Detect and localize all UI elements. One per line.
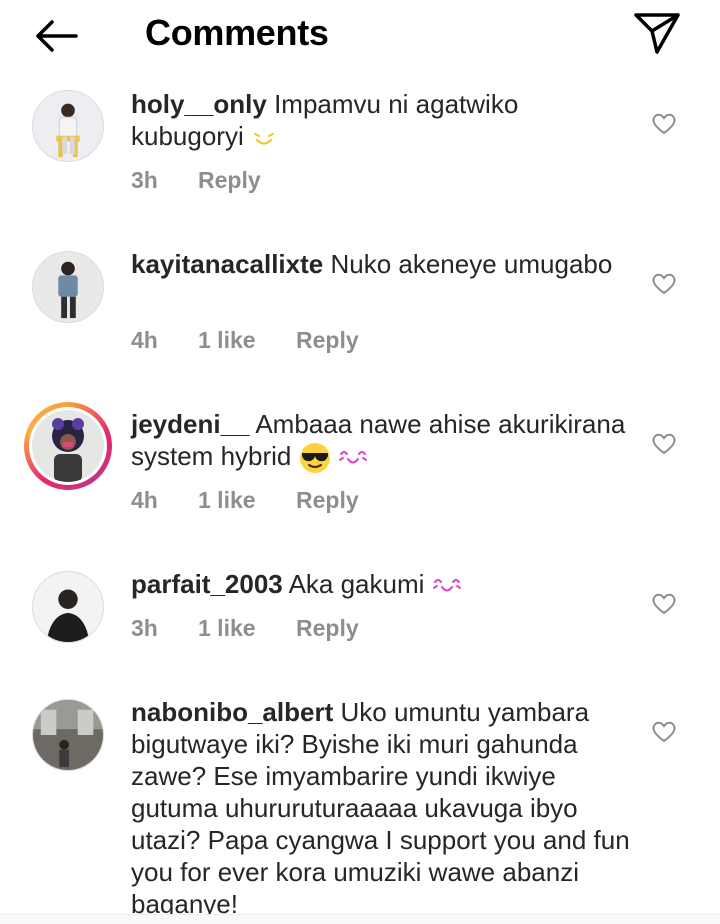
comment-body: holy__only Impamvu ni agatwiko kubugoryi: [131, 88, 631, 152]
comment-meta: 4h 1 like Reply: [131, 327, 359, 354]
reply-button[interactable]: Reply: [198, 167, 261, 194]
comment-text: Uko umuntu yambara bigutwaye iki? Byishe…: [131, 697, 630, 914]
comment-text: Nuko akeneye umugabo: [330, 249, 613, 279]
comment-time: 3h: [131, 167, 158, 193]
bottom-divider: [0, 914, 720, 924]
comment-time: 3h: [131, 615, 158, 641]
share-button[interactable]: [632, 10, 682, 56]
comment-meta: 3h Reply: [131, 167, 261, 194]
avatar[interactable]: [32, 90, 104, 162]
avatar[interactable]: [32, 251, 104, 323]
squinting-smile-emoji-icon: [253, 133, 274, 145]
comment-meta: 3h 1 like Reply: [131, 615, 359, 642]
reply-button[interactable]: Reply: [296, 487, 359, 514]
comment-username[interactable]: nabonibo_albert: [131, 697, 333, 727]
kissing-eyes-emoji-icon: [432, 579, 461, 592]
back-button[interactable]: [30, 14, 82, 58]
comment-body: nabonibo_albert Uko umuntu yambara bigut…: [131, 696, 631, 914]
heart-icon[interactable]: [652, 433, 676, 455]
page-title: Comments: [145, 12, 329, 53]
comment-text: Aka gakumi: [288, 569, 425, 599]
comment-body: jeydeni__ Ambaaa nawe ahise akurikirana …: [131, 408, 631, 474]
heart-icon[interactable]: [652, 113, 676, 135]
heart-icon[interactable]: [652, 273, 676, 295]
reply-button[interactable]: Reply: [296, 327, 359, 354]
heart-icon[interactable]: [652, 721, 676, 743]
avatar: [29, 407, 107, 485]
comment-meta: 4h 1 like Reply: [131, 487, 359, 514]
avatar[interactable]: [32, 699, 104, 771]
reply-button[interactable]: Reply: [296, 615, 359, 642]
kissing-eyes-emoji-icon: [338, 451, 367, 464]
avatar-photo: [33, 700, 103, 770]
avatar-photo: [33, 252, 103, 322]
comment-body: parfait_2003 Aka gakumi: [131, 568, 631, 600]
comment-time: 4h: [131, 327, 158, 353]
comment-item: nabonibo_albert Uko umuntu yambara bigut…: [0, 696, 720, 914]
avatar-story-ring[interactable]: [24, 402, 112, 490]
paper-plane-icon: [634, 13, 680, 54]
arrow-left-icon: [36, 20, 78, 52]
avatar-photo: [32, 410, 104, 482]
comment-username[interactable]: kayitanacallixte: [131, 249, 323, 279]
avatar-photo: [33, 572, 103, 642]
header: Comments: [0, 0, 720, 72]
comment-likes[interactable]: 1 like: [198, 615, 296, 642]
comment-username[interactable]: parfait_2003: [131, 569, 283, 599]
comment-time: 4h: [131, 487, 158, 513]
comment-username[interactable]: holy__only: [131, 89, 267, 119]
sunglasses-face-emoji-icon: [299, 443, 330, 474]
comment-likes[interactable]: 1 like: [198, 327, 296, 354]
avatar-photo: [33, 91, 103, 161]
comment-likes[interactable]: 1 like: [198, 487, 296, 514]
comment-username[interactable]: jeydeni__: [131, 409, 250, 439]
heart-icon[interactable]: [652, 593, 676, 615]
comment-body: kayitanacallixte Nuko akeneye umugabo: [131, 248, 631, 280]
avatar[interactable]: [32, 571, 104, 643]
